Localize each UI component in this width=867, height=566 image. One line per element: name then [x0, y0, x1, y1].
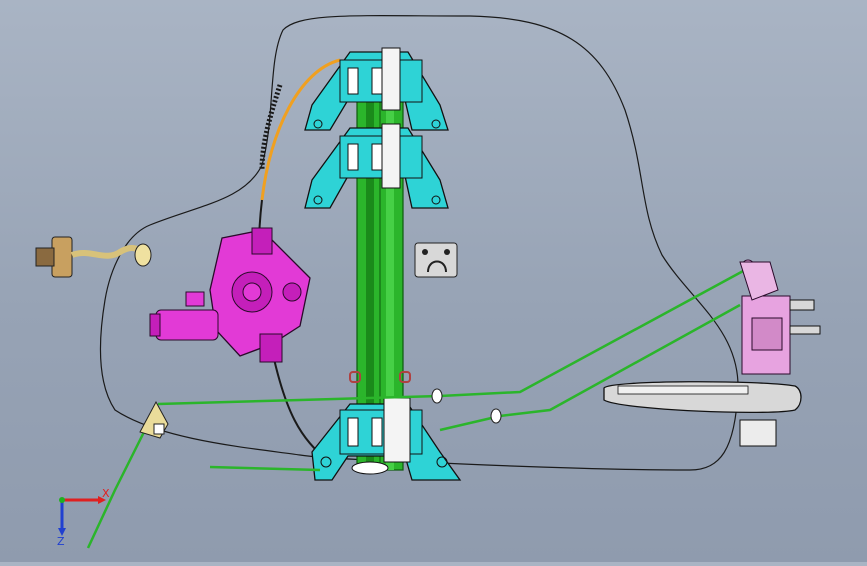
window-motor[interactable]: [149, 227, 311, 363]
outside-handle[interactable]: [603, 381, 802, 447]
axis-x-label: X: [102, 487, 110, 500]
regulator-carrier-bottom[interactable]: [311, 397, 462, 481]
axis-z-label: Z: [57, 535, 65, 548]
clip-bracket[interactable]: [414, 242, 458, 278]
door-latch[interactable]: [739, 259, 821, 375]
bellcrank[interactable]: [139, 400, 169, 439]
door-check-link[interactable]: [35, 236, 152, 278]
cad-viewport[interactable]: X Z: [0, 0, 867, 562]
